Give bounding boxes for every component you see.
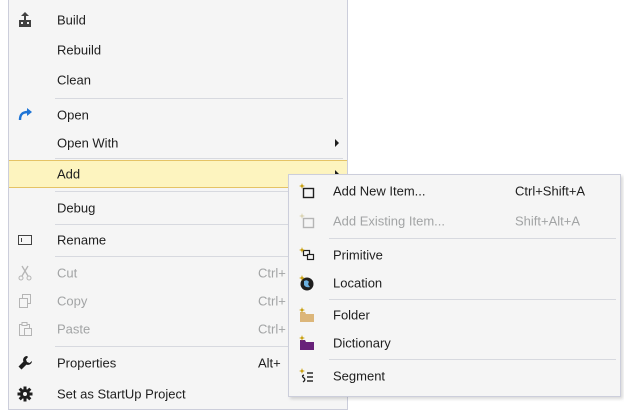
- menu-item-label: Add: [57, 166, 81, 182]
- submenu-item-segment[interactable]: Segment: [289, 362, 620, 390]
- menu-item-label: Copy: [57, 293, 88, 309]
- menu-separator: [55, 98, 343, 99]
- menu-item-label: Open With: [57, 135, 119, 151]
- menu-item-shortcut: Alt+: [258, 355, 281, 371]
- wrench-icon: [17, 355, 33, 371]
- rename-icon: [17, 232, 33, 248]
- submenu-item-folder[interactable]: Folder: [289, 301, 620, 329]
- menu-item-build[interactable]: Build: [9, 6, 347, 34]
- add-submenu: Add New Item... Ctrl+Shift+A Add Existin…: [288, 174, 621, 397]
- submenu-separator: [329, 238, 616, 239]
- menu-item-label: Build: [57, 12, 86, 28]
- menu-item-shortcut: Ctrl+: [258, 265, 286, 281]
- paste-icon: [17, 321, 33, 337]
- submenu-item-primitive[interactable]: Primitive: [289, 241, 620, 269]
- submenu-item-label: Primitive: [333, 247, 383, 263]
- submenu-item-label: Segment: [333, 368, 386, 384]
- cut-icon: [17, 265, 33, 281]
- folder-icon: [299, 307, 315, 323]
- primitive-icon: [299, 247, 315, 263]
- submenu-item-label: Add New Item...: [333, 183, 426, 199]
- menu-item-label: Rename: [57, 232, 107, 248]
- menu-item-shortcut: Ctrl+: [258, 293, 286, 309]
- submenu-item-label: Add Existing Item...: [333, 213, 445, 229]
- menu-item-label: Open: [57, 107, 89, 123]
- submenu-item-shortcut: Ctrl+Shift+A: [515, 183, 586, 199]
- menu-item-shortcut: Ctrl+: [258, 321, 286, 337]
- submenu-separator: [329, 359, 616, 360]
- menu-item-label: Properties: [57, 355, 117, 371]
- menu-item-open-with[interactable]: Open With: [9, 129, 347, 157]
- menu-item-label: Set as StartUp Project: [57, 386, 186, 402]
- submenu-item-label: Dictionary: [333, 335, 391, 351]
- location-icon: [299, 275, 315, 291]
- menu-item-label: Clean: [57, 72, 91, 88]
- menu-item-label: Rebuild: [57, 42, 102, 58]
- menu-item-open[interactable]: Open: [9, 101, 347, 129]
- submenu-item-add-new-item[interactable]: Add New Item... Ctrl+Shift+A: [289, 177, 620, 205]
- submenu-item-shortcut: Shift+Alt+A: [515, 213, 581, 229]
- segment-icon: [299, 368, 315, 384]
- copy-icon: [17, 293, 33, 309]
- submenu-separator: [329, 299, 616, 300]
- dictionary-icon: [299, 335, 315, 351]
- add-existing-item-icon: [299, 213, 315, 229]
- gear-icon: [17, 386, 33, 402]
- menu-separator: [55, 158, 343, 159]
- submenu-item-label: Location: [333, 275, 383, 291]
- menu-item-clean[interactable]: Clean: [9, 66, 347, 94]
- menu-item-label: Cut: [57, 265, 78, 281]
- menu-item-label: Paste: [57, 321, 91, 337]
- submenu-arrow-icon: [335, 139, 339, 147]
- menu-item-label: Debug: [57, 200, 96, 216]
- open-arrow-icon: [17, 107, 33, 123]
- submenu-item-dictionary[interactable]: Dictionary: [289, 329, 620, 357]
- submenu-item-add-existing-item[interactable]: Add Existing Item... Shift+Alt+A: [289, 207, 620, 235]
- menu-item-rebuild[interactable]: Rebuild: [9, 36, 347, 64]
- submenu-item-location[interactable]: Location: [289, 269, 620, 297]
- build-icon: [17, 12, 33, 28]
- add-new-item-icon: [299, 183, 315, 199]
- submenu-item-label: Folder: [333, 307, 370, 323]
